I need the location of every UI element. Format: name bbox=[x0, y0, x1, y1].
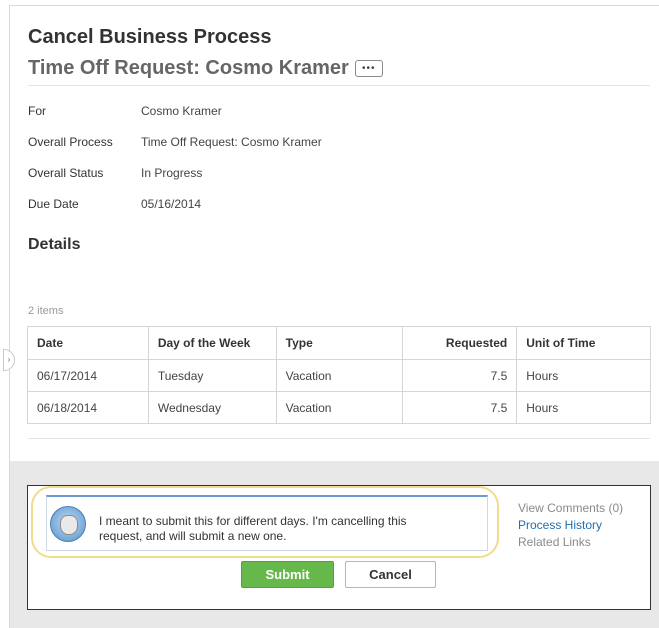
field-value: Time Off Request: Cosmo Kramer bbox=[141, 135, 322, 149]
column-header-day[interactable]: Day of the Week bbox=[147, 326, 277, 360]
view-comments-link[interactable]: View Comments (0) bbox=[518, 500, 623, 517]
column-header-unit[interactable]: Unit of Time bbox=[516, 326, 651, 360]
cell-type: Vacation bbox=[275, 359, 404, 392]
item-count: 2 items bbox=[28, 305, 64, 317]
process-history-link[interactable]: Process History bbox=[518, 517, 623, 534]
cancel-button[interactable]: Cancel bbox=[345, 561, 436, 588]
cell-date: 06/18/2014 bbox=[27, 391, 149, 424]
field-label: Overall Process bbox=[28, 135, 113, 149]
cell-requested: 7.5 bbox=[402, 391, 518, 424]
cell-day: Tuesday bbox=[147, 359, 277, 392]
details-heading: Details bbox=[28, 236, 81, 253]
related-actions-button[interactable]: ••• bbox=[354, 60, 383, 77]
chevron-right-icon: › bbox=[7, 355, 11, 364]
ellipsis-icon: ••• bbox=[362, 63, 376, 74]
submit-button[interactable]: Submit bbox=[241, 561, 334, 588]
avatar-face bbox=[60, 515, 78, 535]
column-header-date[interactable]: Date bbox=[27, 326, 149, 360]
field-label: Overall Status bbox=[28, 166, 104, 180]
field-label: Due Date bbox=[28, 197, 79, 211]
cell-unit: Hours bbox=[516, 359, 651, 392]
page-title: Cancel Business Process bbox=[28, 26, 272, 48]
subtitle-row: Time Off Request: Cosmo Kramer ••• bbox=[28, 57, 383, 80]
table-row: 06/17/2014 Tuesday Vacation 7.5 Hours bbox=[27, 359, 651, 392]
cell-date: 06/17/2014 bbox=[27, 359, 149, 392]
cell-unit: Hours bbox=[516, 391, 651, 424]
field-label: For bbox=[28, 104, 46, 118]
comment-text[interactable]: I meant to submit this for different day… bbox=[99, 514, 469, 544]
field-value: In Progress bbox=[141, 166, 203, 180]
cell-requested: 7.5 bbox=[402, 359, 518, 392]
divider bbox=[28, 438, 650, 439]
column-header-requested[interactable]: Requested bbox=[402, 326, 518, 360]
user-avatar-icon bbox=[50, 506, 86, 542]
field-value: 05/16/2014 bbox=[141, 197, 202, 211]
table-header-row: Date Day of the Week Type Requested Unit… bbox=[27, 326, 651, 360]
cell-day: Wednesday bbox=[147, 391, 277, 424]
divider bbox=[28, 85, 650, 86]
table-row: 06/18/2014 Wednesday Vacation 7.5 Hours bbox=[27, 391, 651, 424]
field-value: Cosmo Kramer bbox=[141, 104, 222, 118]
column-header-type[interactable]: Type bbox=[275, 326, 404, 360]
cell-type: Vacation bbox=[275, 391, 404, 424]
page-subtitle: Time Off Request: Cosmo Kramer bbox=[28, 57, 349, 79]
side-links: View Comments (0) Process History Relate… bbox=[518, 500, 623, 551]
details-table: Date Day of the Week Type Requested Unit… bbox=[27, 326, 651, 424]
related-links-link[interactable]: Related Links bbox=[518, 534, 623, 551]
